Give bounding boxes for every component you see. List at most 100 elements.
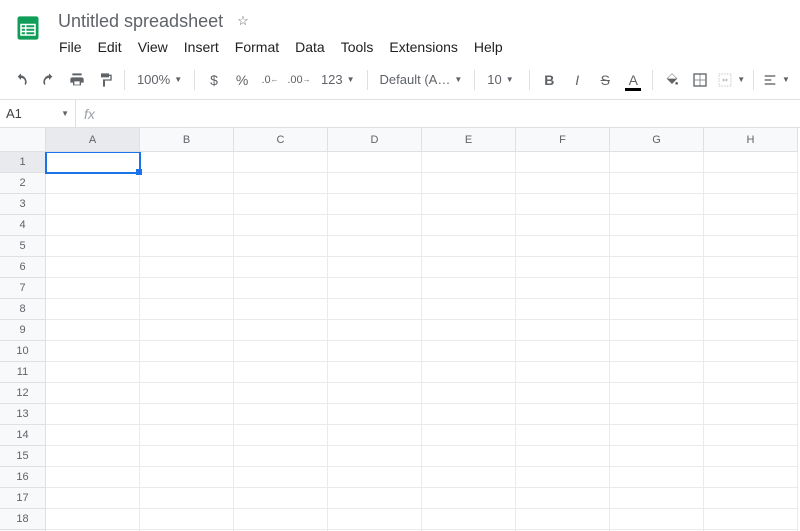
cell[interactable] [328, 152, 422, 173]
cell[interactable] [704, 173, 798, 194]
cell[interactable] [46, 257, 140, 278]
row-header[interactable]: 1 [0, 152, 46, 173]
cell[interactable] [234, 257, 328, 278]
cell[interactable] [46, 467, 140, 488]
cell[interactable] [46, 362, 140, 383]
cell[interactable] [516, 383, 610, 404]
cell[interactable] [234, 194, 328, 215]
italic-button[interactable]: I [564, 67, 590, 93]
row-header[interactable]: 15 [0, 446, 46, 467]
cell[interactable] [328, 509, 422, 530]
align-dropdown[interactable]: ▼ [760, 67, 792, 93]
cell[interactable] [46, 509, 140, 530]
document-title[interactable]: Untitled spreadsheet [52, 9, 229, 34]
cell[interactable] [140, 488, 234, 509]
cell[interactable] [610, 257, 704, 278]
column-header[interactable]: C [234, 128, 328, 152]
cell[interactable] [704, 383, 798, 404]
cell[interactable] [328, 299, 422, 320]
cell[interactable] [610, 404, 704, 425]
cell[interactable] [422, 278, 516, 299]
cell[interactable] [704, 446, 798, 467]
cell[interactable] [46, 215, 140, 236]
bold-button[interactable]: B [536, 67, 562, 93]
cell[interactable] [328, 383, 422, 404]
cell[interactable] [516, 509, 610, 530]
cell[interactable] [610, 152, 704, 173]
menu-tools[interactable]: Tools [334, 35, 381, 59]
cell[interactable] [234, 215, 328, 236]
cell[interactable] [234, 425, 328, 446]
menu-extensions[interactable]: Extensions [382, 35, 464, 59]
column-header[interactable]: A [46, 128, 140, 152]
cell[interactable] [46, 404, 140, 425]
cell[interactable] [422, 320, 516, 341]
row-header[interactable]: 13 [0, 404, 46, 425]
cell[interactable] [140, 299, 234, 320]
cell[interactable] [140, 509, 234, 530]
cell[interactable] [610, 362, 704, 383]
redo-button[interactable] [36, 67, 62, 93]
cell[interactable] [704, 362, 798, 383]
cell[interactable] [422, 467, 516, 488]
cell[interactable] [704, 152, 798, 173]
row-header[interactable]: 2 [0, 173, 46, 194]
cell[interactable] [704, 341, 798, 362]
cell[interactable] [140, 446, 234, 467]
merge-dropdown[interactable]: ▼ [715, 67, 747, 93]
cell[interactable] [234, 362, 328, 383]
cell[interactable] [704, 425, 798, 446]
cell[interactable] [516, 194, 610, 215]
row-header[interactable]: 12 [0, 383, 46, 404]
cell[interactable] [234, 320, 328, 341]
cell[interactable] [234, 488, 328, 509]
cell[interactable] [234, 509, 328, 530]
cell[interactable] [610, 488, 704, 509]
column-header[interactable]: D [328, 128, 422, 152]
column-header[interactable]: F [516, 128, 610, 152]
cell[interactable] [516, 362, 610, 383]
cell[interactable] [610, 425, 704, 446]
cell[interactable] [422, 152, 516, 173]
cell[interactable] [234, 299, 328, 320]
cell[interactable] [140, 320, 234, 341]
cell[interactable] [140, 236, 234, 257]
cell[interactable] [422, 173, 516, 194]
cell[interactable] [234, 278, 328, 299]
cell[interactable] [234, 341, 328, 362]
cell[interactable] [46, 194, 140, 215]
cell[interactable] [234, 383, 328, 404]
cell[interactable] [140, 425, 234, 446]
cell[interactable] [140, 152, 234, 173]
text-color-button[interactable]: A [620, 67, 646, 93]
cell[interactable] [328, 278, 422, 299]
cell[interactable] [140, 173, 234, 194]
cell[interactable] [610, 467, 704, 488]
zoom-dropdown[interactable]: 100%▼ [131, 67, 188, 93]
cell[interactable] [140, 257, 234, 278]
cell[interactable] [422, 215, 516, 236]
row-header[interactable]: 5 [0, 236, 46, 257]
cell[interactable] [422, 404, 516, 425]
cell[interactable] [610, 320, 704, 341]
cell[interactable] [46, 152, 140, 173]
cell[interactable] [610, 299, 704, 320]
select-all-corner[interactable] [0, 128, 46, 152]
fill-color-button[interactable] [659, 67, 685, 93]
cell[interactable] [422, 446, 516, 467]
cell[interactable] [704, 467, 798, 488]
row-header[interactable]: 6 [0, 257, 46, 278]
decrease-decimal-button[interactable]: .0← [257, 67, 283, 93]
cell[interactable] [46, 236, 140, 257]
row-header[interactable]: 3 [0, 194, 46, 215]
cell[interactable] [234, 467, 328, 488]
row-header[interactable]: 17 [0, 488, 46, 509]
cell[interactable] [704, 257, 798, 278]
row-header[interactable]: 16 [0, 467, 46, 488]
cell[interactable] [704, 404, 798, 425]
cell[interactable] [704, 236, 798, 257]
cell[interactable] [140, 383, 234, 404]
cell[interactable] [422, 488, 516, 509]
cell[interactable] [46, 173, 140, 194]
cell[interactable] [46, 383, 140, 404]
